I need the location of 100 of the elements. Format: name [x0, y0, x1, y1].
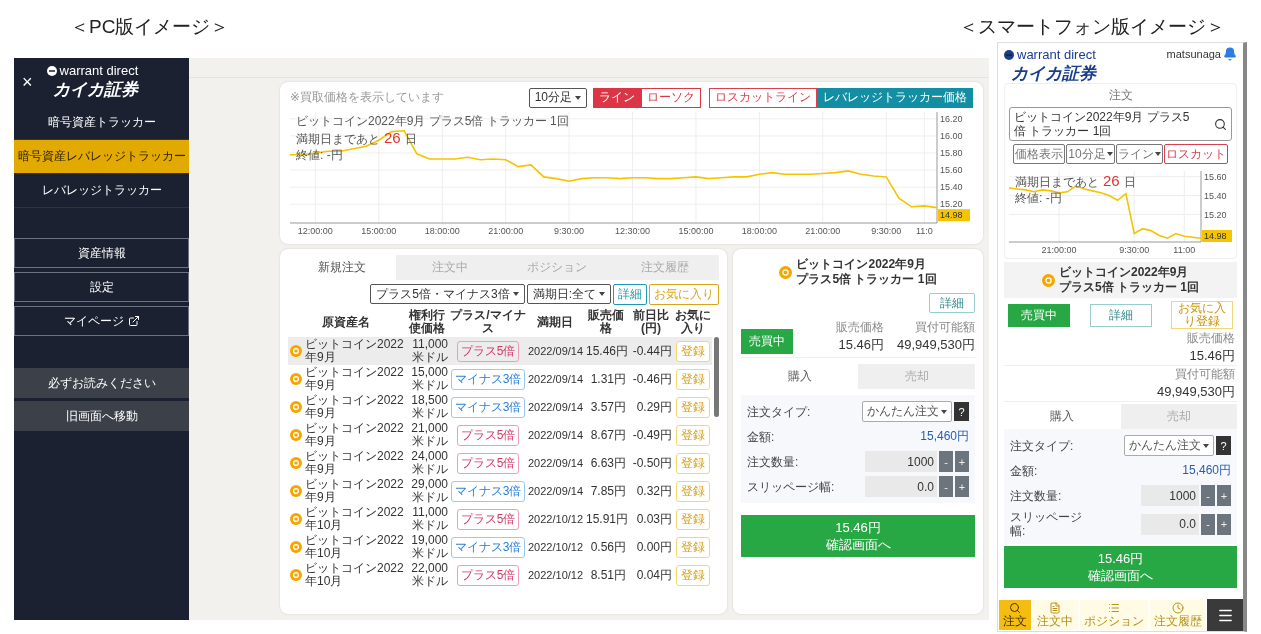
favorite-button[interactable]: 登録 [676, 396, 710, 418]
chart-style-toggle[interactable]: ライン [593, 87, 641, 108]
axis-label: 12:00:00 [297, 226, 333, 236]
caret-icon [575, 95, 581, 100]
number-field[interactable]: 1000 [1141, 485, 1199, 506]
table-row[interactable]: ビットコイン2022年9月 11,000米ドル プラス5倍 2022/09/14 15.46円 -0.44円 登録 [288, 337, 712, 365]
logo-mark-icon [46, 65, 57, 76]
menu-button[interactable]: 資産情報 [14, 238, 189, 268]
axis-label: 16.20 [940, 113, 963, 124]
detail-button[interactable]: 詳細 [929, 293, 975, 313]
help-button[interactable]: ? [1216, 436, 1231, 455]
coin-icon [290, 569, 302, 581]
logo-text: warrant direct [59, 63, 139, 78]
caret-icon [1154, 152, 1161, 156]
line-toggle[interactable]: レバレッジトラッカー価格 [817, 87, 973, 108]
stat-value: 49,949,530円 [896, 336, 975, 354]
axis-label: 15:00:00 [361, 226, 397, 236]
interval-select[interactable]: 10分足 [528, 87, 587, 108]
axis-label: 15.20 [1204, 209, 1227, 220]
favorite-button[interactable]: 登録 [676, 564, 710, 586]
minus-button[interactable]: - [1201, 513, 1215, 535]
column-header: 権利行使価格 [408, 309, 446, 335]
number-field[interactable]: 0.0 [1141, 513, 1199, 535]
tab[interactable]: 購入 [741, 364, 858, 389]
table-row[interactable]: ビットコイン2022年9月 24,000米ドル プラス5倍 2022/09/14 6.63円 -0.50円 登録 [288, 449, 712, 477]
tab[interactable]: 新規注文 [288, 255, 396, 280]
chart-option-button[interactable]: 10分足 [1066, 144, 1115, 164]
bell-icon[interactable] [1223, 47, 1237, 61]
table-cell-text: 2022/10/12 [527, 540, 584, 554]
table-row[interactable]: ビットコイン2022年9月 21,000米ドル プラス5倍 2022/09/14 8.67円 -0.49円 登録 [288, 421, 712, 449]
table-row[interactable]: ビットコイン2022年10月 11,000米ドル プラス5倍 2022/10/12 15.91円 0.03円 登録 [288, 505, 712, 533]
favorite-button[interactable]: 登録 [676, 340, 710, 362]
table-cell-text: 15.46円 [585, 344, 628, 358]
logo-text: warrant direct [1017, 47, 1096, 62]
table-cell-text: 22,000米ドル [410, 562, 449, 588]
favorite-button[interactable]: お気に入り登録 [1171, 301, 1233, 329]
chart-style-toggle[interactable]: ローソク [641, 87, 701, 108]
chart-option-button[interactable]: ロスカット [1163, 144, 1228, 164]
favorite-button[interactable]: 登録 [676, 536, 710, 558]
chart-option-button[interactable]: ライン [1115, 144, 1163, 164]
line-toggle[interactable]: ロスカットライン [709, 87, 817, 108]
search-field[interactable]: ビットコイン2022年9月 プラス5倍 トラッカー 1回 [1009, 107, 1232, 141]
order-type-select[interactable]: かんたん注文 [862, 401, 952, 422]
table-cell-text: -0.44円 [631, 344, 673, 358]
menu-button[interactable]: 旧画面へ移動 [14, 401, 189, 431]
favorite-button[interactable]: 登録 [676, 480, 710, 502]
table-cell-text: 2022/09/14 [527, 372, 584, 386]
type-filter[interactable]: プラス5倍・マイナス3倍 [370, 284, 525, 304]
status-badge: 売買中 [741, 329, 793, 354]
axis-label: 15.80 [940, 148, 963, 158]
table-cell-text: 15,000米ドル [410, 366, 449, 392]
detail-button[interactable]: 詳細 [1089, 303, 1152, 327]
bottom-nav-tab[interactable]: 注文履歴 [1148, 599, 1207, 631]
chart-option-button[interactable]: 価格表示 [1013, 144, 1066, 164]
confirm-button[interactable]: 15.46円 確認画面へ [1004, 546, 1237, 588]
close-button[interactable]: × [22, 71, 33, 93]
favorite-button[interactable]: 登録 [676, 452, 710, 474]
menu-button[interactable]: 設定 [14, 272, 189, 302]
tab[interactable]: 購入 [1004, 404, 1121, 429]
asset-name: ビットコイン2022年9月 [305, 450, 404, 476]
detail-button[interactable]: 詳細 [613, 284, 647, 305]
coin-icon [290, 373, 302, 385]
menu-button[interactable]: マイページ [14, 306, 189, 336]
favorite-button[interactable]: 登録 [676, 508, 710, 530]
table-cell-text: 2022/09/14 [527, 400, 584, 414]
bottom-nav-tab[interactable]: 注文 [998, 599, 1033, 631]
menu-button[interactable]: 必ずお読みください [14, 368, 189, 398]
status-button[interactable]: 売買中 [1008, 303, 1070, 327]
plus-button[interactable]: + [955, 476, 969, 497]
table-cell-text: 8.51円 [589, 568, 627, 582]
table-cell-text: -0.46円 [631, 372, 673, 386]
minus-button[interactable]: - [939, 451, 953, 472]
coin-icon [290, 541, 302, 553]
axis-label: 9:30:00 [871, 226, 902, 236]
plus-button[interactable]: + [1217, 485, 1231, 506]
expiry-filter[interactable]: 満期日:全て [526, 284, 611, 304]
bottom-nav-tab[interactable]: ポジション [1078, 599, 1149, 631]
favorite-button[interactable]: 登録 [676, 424, 710, 446]
sidebar-item[interactable]: 暗号資産レバレッジトラッカー [14, 140, 189, 174]
scrollbar[interactable] [714, 337, 719, 417]
minus-button[interactable]: - [939, 476, 953, 497]
logo-text: カイカ証券 [53, 79, 139, 101]
multiplier-tag: マイナス3倍 [450, 536, 526, 558]
multiplier-tag: プラス5倍 [456, 564, 520, 586]
favorite-button[interactable]: 登録 [676, 368, 710, 390]
menu-button[interactable] [1207, 599, 1243, 631]
asset-name: ビットコイン2022年10月 [305, 506, 404, 532]
help-button[interactable]: ? [954, 402, 969, 421]
plus-button[interactable]: + [1217, 513, 1231, 535]
table-row[interactable]: ビットコイン2022年10月 22,000米ドル プラス5倍 2022/10/12 8.51円 0.04円 登録 [288, 561, 712, 589]
number-field[interactable]: 1000 [865, 451, 937, 472]
confirm-button[interactable]: 15.46円 確認画面へ [741, 515, 975, 557]
table-cell-text: 18,500米ドル [410, 394, 449, 420]
search-icon [1214, 117, 1227, 131]
plus-button[interactable]: + [955, 451, 969, 472]
number-field[interactable]: 0.0 [865, 476, 937, 497]
axis-label: 18:00:00 [424, 226, 460, 236]
minus-button[interactable]: - [1201, 485, 1215, 506]
bottom-nav-tab[interactable]: 注文中 [1032, 599, 1079, 631]
order-type-select[interactable]: かんたん注文 [1124, 435, 1214, 456]
